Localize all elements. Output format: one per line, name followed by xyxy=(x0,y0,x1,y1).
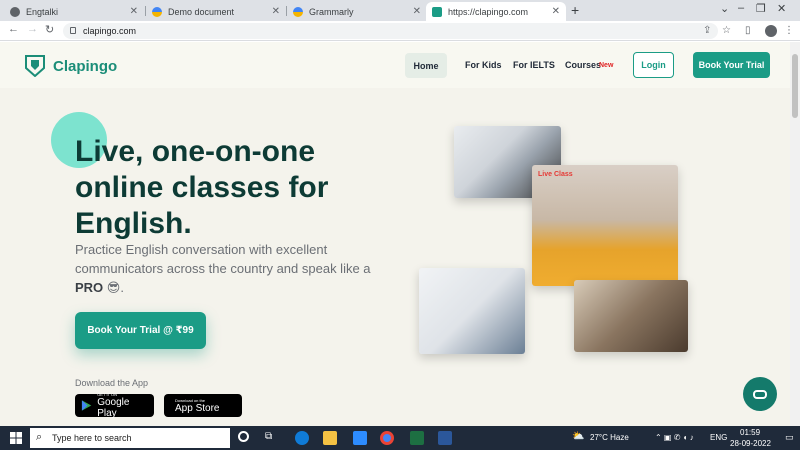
windows-start-icon[interactable] xyxy=(10,432,22,444)
hero-subtitle-end: . xyxy=(120,280,124,295)
nav-for-kids[interactable]: For Kids xyxy=(465,60,502,70)
photo-kid-headphones xyxy=(419,268,525,354)
clock-time[interactable]: 01:59 xyxy=(740,428,760,437)
reload-icon[interactable]: ↻ xyxy=(45,23,54,36)
side-panel-icon[interactable]: ▯ xyxy=(745,25,751,36)
photo-live-class-tutor: Live Class xyxy=(532,165,678,286)
chevron-down-icon[interactable]: ⌄ xyxy=(720,2,729,15)
weather-text[interactable]: 27°C Haze xyxy=(590,433,629,442)
language-indicator[interactable]: ENG xyxy=(710,433,727,442)
forward-icon[interactable]: → xyxy=(27,23,38,35)
close-icon[interactable]: ✕ xyxy=(413,6,421,17)
tab-label: Demo document xyxy=(168,6,235,17)
photo-girl-desk xyxy=(574,280,688,352)
globe-icon xyxy=(10,6,20,17)
tray-icons[interactable]: ⌃ ▣ ✆ ◖ ♪ xyxy=(655,433,694,442)
sunglasses-emoji-icon: 😎 xyxy=(106,280,121,295)
url-bar[interactable]: clapingo.com xyxy=(63,23,718,39)
hero-subtitle: Practice English conversation with excel… xyxy=(75,240,375,297)
tab-label: Engtalki xyxy=(26,6,59,17)
brand-name[interactable]: Clapingo xyxy=(53,58,117,75)
nav-courses[interactable]: Courses xyxy=(565,60,601,70)
chat-icon xyxy=(753,389,767,399)
close-icon[interactable]: ✕ xyxy=(130,6,138,17)
hero-subtitle-text: Practice English conversation with excel… xyxy=(75,242,371,276)
close-icon[interactable]: ✕ xyxy=(272,6,280,17)
menu-dots-icon[interactable]: ⋮ xyxy=(784,25,794,36)
clock-date[interactable]: 28-09-2022 xyxy=(730,439,771,448)
task-view-icon[interactable] xyxy=(238,431,249,442)
book-trial-button[interactable]: Book Your Trial xyxy=(693,52,770,78)
app-store-button[interactable]: Download on the App Store xyxy=(164,394,242,417)
hero-subtitle-bold: PRO xyxy=(75,280,104,295)
browser-tab-bar: Engtalki ✕ Demo document ✕ Grammarly ✕ h… xyxy=(0,0,800,21)
profile-avatar[interactable] xyxy=(765,25,777,37)
clapingo-favicon-icon xyxy=(432,6,442,17)
minimize-button[interactable]: – xyxy=(738,2,744,14)
file-explorer-icon[interactable] xyxy=(323,431,337,445)
login-button[interactable]: Login xyxy=(633,52,674,78)
weather-icon: ⛅ xyxy=(572,431,585,442)
google-play-icon xyxy=(81,400,92,411)
site-header: Clapingo Home For Kids For IELTS Courses… xyxy=(0,42,790,88)
scroll-thumb[interactable] xyxy=(792,54,798,118)
tab-engtalki[interactable]: Engtalki ✕ xyxy=(4,2,144,21)
windows-taskbar: ⌕ Type here to search ⧉ ⛅ 27°C Haze ⌃ ▣ … xyxy=(0,426,800,450)
clapingo-logo-icon[interactable] xyxy=(25,55,45,77)
hero-cta-button[interactable]: Book Your Trial @ ₹99 xyxy=(75,312,206,349)
live-class-label: Live Class xyxy=(538,171,573,178)
hero-title: Live, one-on-one online classes for Engl… xyxy=(75,135,329,240)
tab-demo-document[interactable]: Demo document ✕ xyxy=(146,2,286,21)
chrome-icon[interactable] xyxy=(380,431,394,445)
zoom-icon[interactable] xyxy=(353,431,367,445)
search-icon: ⌕ xyxy=(36,431,43,443)
notifications-icon[interactable]: ▭ xyxy=(785,432,794,443)
download-label: Download the App xyxy=(75,378,149,388)
lock-icon xyxy=(70,27,76,34)
word-icon[interactable] xyxy=(438,431,452,445)
tab-label: Grammarly xyxy=(309,6,354,17)
share-icon[interactable]: ⇪ xyxy=(703,25,711,36)
excel-icon[interactable] xyxy=(410,431,424,445)
tab-clapingo[interactable]: https://clapingo.com ✕ xyxy=(426,2,566,21)
address-toolbar: ← → ↻ clapingo.com ⇪ ☆ ▯ ⋮ xyxy=(0,21,800,41)
google-play-label: Google Play xyxy=(97,397,130,419)
tab-grammarly[interactable]: Grammarly ✕ xyxy=(287,2,427,21)
close-window-button[interactable]: ✕ xyxy=(777,2,786,15)
search-placeholder: Type here to search xyxy=(52,433,132,443)
page-content: Clapingo Home For Kids For IELTS Courses… xyxy=(0,42,790,426)
close-icon[interactable]: ✕ xyxy=(552,6,560,17)
taskbar-search-input[interactable]: ⌕ Type here to search xyxy=(30,428,230,448)
edge-icon[interactable] xyxy=(295,431,309,445)
widgets-icon[interactable]: ⧉ xyxy=(265,431,279,445)
nav-home[interactable]: Home xyxy=(405,53,447,78)
new-tab-button[interactable]: + xyxy=(571,2,579,18)
app-store-label: App Store xyxy=(175,402,220,414)
new-badge: New xyxy=(599,62,614,69)
scrollbar[interactable] xyxy=(790,42,800,426)
maximize-button[interactable]: ❐ xyxy=(756,2,766,15)
back-icon[interactable]: ← xyxy=(8,23,19,35)
tab-label: https://clapingo.com xyxy=(448,6,529,17)
url-text: clapingo.com xyxy=(83,26,137,36)
bookmark-star-icon[interactable]: ☆ xyxy=(722,25,731,36)
doc-icon xyxy=(152,6,162,17)
nav-for-ielts[interactable]: For IELTS xyxy=(513,60,555,70)
doc-icon xyxy=(293,6,303,17)
google-play-button[interactable]: GET IT ON Google Play xyxy=(75,392,154,419)
chat-button[interactable] xyxy=(743,377,777,411)
